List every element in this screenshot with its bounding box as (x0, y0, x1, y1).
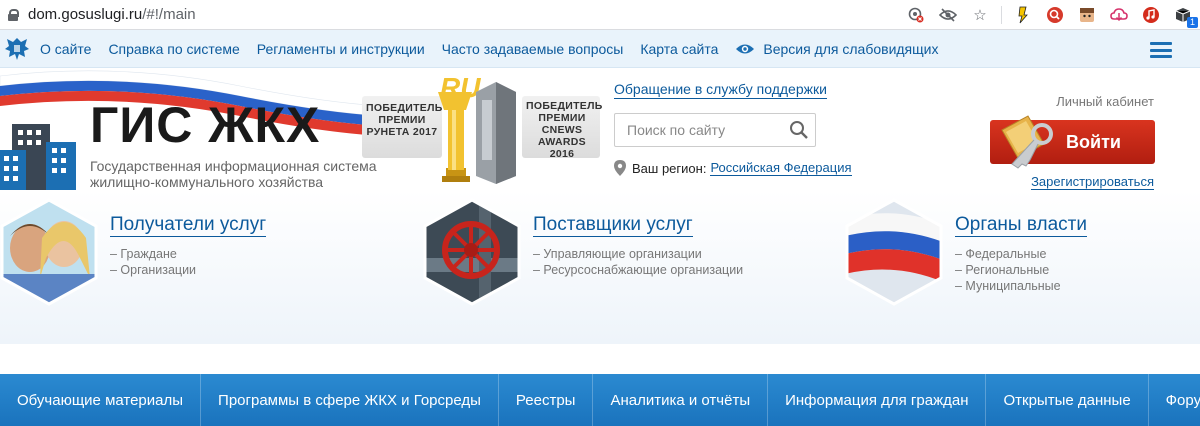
hamburger-menu-icon[interactable] (1150, 42, 1172, 58)
award-runet-text: ПОБЕДИТЕЛЬ ПРЕМИИ РУНЕТА 2017 (366, 102, 443, 138)
keys-icon (1001, 115, 1053, 169)
url-text[interactable]: dom.gosuslugi.ru/#!/main (28, 6, 196, 23)
extension-badge: 1 (1186, 17, 1198, 28)
menu-item-registries[interactable]: Реестры (499, 374, 594, 426)
category-subitems: – Граждане – Организации (110, 246, 196, 278)
logo-subtitle: Государственная информационная система ж… (90, 158, 377, 190)
region-link[interactable]: Российская Федерация (710, 160, 852, 176)
menu-item-programs[interactable]: Программы в сфере ЖКХ и Горсреды (201, 374, 499, 426)
category-authorities[interactable]: Органы власти – Федеральные – Региональн… (845, 198, 1185, 338)
categories-section: Получатели услуг – Граждане – Организаци… (0, 190, 1200, 344)
browser-address-bar[interactable]: dom.gosuslugi.ru/#!/main ☆ 1 (0, 0, 1200, 30)
category-subitems: – Управляющие организации – Ресурсоснабж… (533, 246, 743, 278)
lock-icon (8, 8, 19, 21)
category-title[interactable]: Поставщики услуг (533, 214, 693, 237)
topnav-item-accessibility[interactable]: Версия для слабовидящих (763, 41, 938, 57)
star-icon[interactable]: ☆ (969, 4, 991, 26)
register-link[interactable]: Зарегистрироваться (1031, 174, 1154, 190)
subitem-municipal[interactable]: – Муниципальные (955, 278, 1061, 294)
topnav-item-faq[interactable]: Часто задаваемые вопросы (442, 41, 624, 57)
eye-off-icon[interactable] (937, 4, 959, 26)
search-input[interactable] (615, 114, 775, 146)
category-title[interactable]: Получатели услуг (110, 214, 267, 237)
cnews-trophy-icon (476, 82, 516, 184)
coat-of-arms-icon (0, 34, 34, 64)
extension-face-icon[interactable] (1076, 4, 1098, 26)
subitem-regional[interactable]: – Региональные (955, 262, 1061, 278)
cabinet-label: Личный кабинет (1056, 94, 1154, 109)
extension-music-icon[interactable] (1140, 4, 1162, 26)
subitem-resource-orgs[interactable]: – Ресурсоснабжающие организации (533, 262, 743, 278)
subitem-citizens[interactable]: – Граждане (110, 246, 196, 262)
topnav-item-regulations[interactable]: Регламенты и инструкции (257, 41, 425, 57)
search-icon[interactable] (789, 120, 809, 140)
menu-item-citizen-info[interactable]: Информация для граждан (768, 374, 987, 426)
buildings-logo-icon (0, 124, 76, 192)
region-label: Ваш регион: (632, 160, 707, 176)
browser-toolbar: ☆ 1 (905, 4, 1198, 28)
subitem-organizations[interactable]: – Организации (110, 262, 196, 278)
menu-item-analytics[interactable]: Аналитика и отчёты (593, 374, 769, 426)
menu-item-open-data[interactable]: Открытые данные (986, 374, 1149, 426)
support-link[interactable]: Обращение в службу поддержки (614, 80, 827, 99)
menu-item-forum[interactable]: Форум (1149, 374, 1200, 426)
search-box (614, 113, 816, 147)
flag-photo-icon (845, 198, 943, 306)
topnav-item-sitemap[interactable]: Карта сайта (640, 41, 718, 57)
category-title[interactable]: Органы власти (955, 214, 1087, 237)
category-recipients[interactable]: Получатели услуг – Граждане – Организаци… (0, 198, 380, 338)
menu-item-learning[interactable]: Обучающие материалы (0, 374, 202, 426)
location-pin-icon (614, 160, 626, 176)
topnav-item-help[interactable]: Справка по системе (108, 41, 239, 57)
extension-yellow-icon[interactable] (1012, 4, 1034, 26)
camera-blocked-icon[interactable] (905, 4, 927, 26)
logo-title[interactable]: ГИС ЖКХ (90, 100, 320, 150)
region-selector: Ваш регион: Российская Федерация (614, 160, 852, 176)
awards-banner[interactable]: ПОБЕДИТЕЛЬ ПРЕМИИ РУНЕТА 2017 RU ПОБЕДИТЕЛ… (362, 72, 603, 184)
extension-box-icon[interactable]: 1 (1172, 4, 1198, 28)
main-menu-bar: Обучающие материалы Программы в сфере ЖК… (0, 374, 1200, 426)
site-top-nav: О сайте Справка по системе Регламенты и … (0, 30, 1200, 68)
category-providers[interactable]: Поставщики услуг – Управляющие организац… (423, 198, 803, 338)
award-cnews-text: ПОБЕДИТЕЛЬ ПРЕМИИ CNEWS AWARDS 2016 (526, 100, 603, 160)
subitem-management-orgs[interactable]: – Управляющие организации (533, 246, 743, 262)
category-subitems: – Федеральные – Региональные – Муниципал… (955, 246, 1061, 294)
toolbar-divider (1001, 6, 1002, 24)
eye-icon[interactable] (735, 42, 755, 56)
site-header: ГИС ЖКХ Государственная информационная с… (0, 68, 1200, 192)
topnav-item-about[interactable]: О сайте (40, 41, 91, 57)
extension-search-red-icon[interactable] (1044, 4, 1066, 26)
subitem-federal[interactable]: – Федеральные (955, 246, 1061, 262)
extension-cloud-icon[interactable] (1108, 4, 1130, 26)
recipients-photo-icon (0, 198, 98, 306)
valve-photo-icon (423, 198, 521, 306)
